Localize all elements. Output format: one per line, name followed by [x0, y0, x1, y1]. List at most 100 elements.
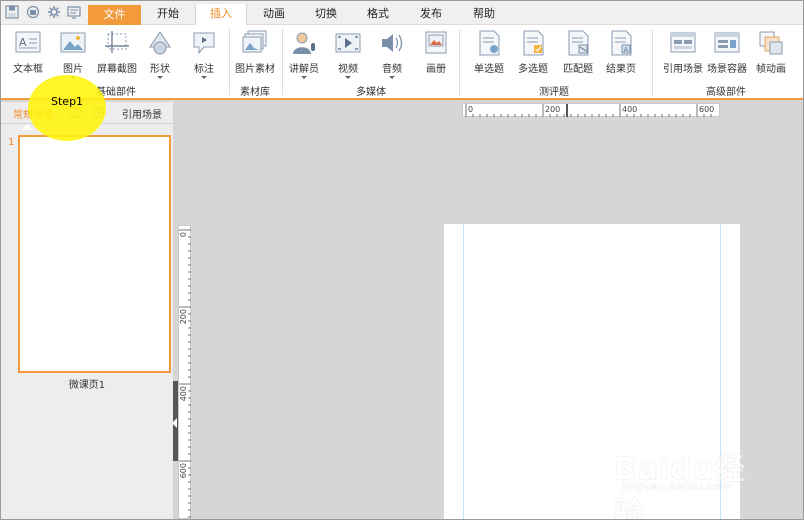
audio-dropdown-icon[interactable]	[389, 76, 395, 79]
screenshot-button[interactable]: 屏幕截图	[95, 29, 139, 75]
ruler-top-label: 0	[468, 105, 473, 114]
video-dropdown-icon[interactable]	[345, 76, 351, 79]
image-library-icon	[242, 30, 267, 53]
group-library-label: 素材库	[240, 87, 270, 98]
multi-choice-label: 多选题	[518, 64, 548, 75]
frame-animation-icon	[759, 31, 783, 55]
scene-panel: 常规场景 ↑ ↓ 引用场景 1 微课页1	[1, 102, 173, 519]
ruler-horizontal: 0 200 400 600	[462, 103, 720, 117]
tab-help[interactable]: 帮助	[459, 4, 509, 23]
shape-dropdown-icon[interactable]	[157, 76, 163, 79]
group-separator	[229, 29, 230, 95]
album-icon	[425, 31, 447, 54]
slide-thumbnail[interactable]	[18, 135, 171, 373]
publish-icon[interactable]	[26, 5, 40, 19]
screenshot-label: 屏幕截图	[97, 64, 137, 75]
textbox-icon: A	[15, 31, 41, 53]
reference-scene-icon	[670, 32, 696, 53]
narrator-button[interactable]: 讲解员	[287, 29, 321, 79]
slide-number: 1	[8, 137, 15, 148]
scene-container-label: 场景容器	[707, 64, 747, 75]
ruler-top-label: 600	[699, 105, 714, 114]
callout-label: 标注	[194, 64, 214, 75]
multi-choice-button[interactable]: 多选题	[515, 29, 551, 75]
svg-text:A: A	[19, 36, 27, 49]
group-media-label: 多媒体	[356, 87, 386, 98]
ribbon-insert: A 文本框 图片 屏幕截图 形状 标注 基础部件 图片素材 素材库 讲解员 视频	[1, 25, 803, 100]
shape-label: 形状	[150, 64, 170, 75]
ruler-left-label: 200	[179, 309, 188, 324]
result-page-button[interactable]: A 结果页	[604, 29, 638, 75]
group-separator	[652, 29, 653, 95]
reference-scene-label: 引用场景	[663, 64, 703, 75]
callout-button[interactable]: 标注	[189, 29, 219, 79]
watermark-url: jingyan.baidu.com	[622, 480, 733, 493]
guide-line	[463, 224, 464, 519]
ruler-left-label: 0	[179, 232, 188, 237]
textbox-button[interactable]: A 文本框	[11, 29, 45, 75]
menu-bar: 文件 开始 插入 动画 切换 格式 发布 帮助	[1, 1, 803, 26]
shape-button[interactable]: 形状	[145, 29, 175, 79]
result-page-icon: A	[611, 30, 632, 56]
tab-animation[interactable]: 动画	[249, 4, 299, 23]
multi-choice-icon	[523, 30, 544, 56]
callout-icon	[193, 32, 215, 55]
video-icon	[335, 33, 361, 53]
image-label: 图片	[63, 64, 83, 75]
tab-file[interactable]: 文件	[88, 5, 141, 25]
audio-label: 音频	[382, 64, 402, 75]
reference-scene-button[interactable]: 引用场景	[662, 29, 704, 75]
audio-button[interactable]: 音频	[377, 29, 407, 79]
narrator-icon	[293, 32, 315, 54]
single-choice-icon	[479, 30, 500, 56]
single-choice-label: 单选题	[474, 64, 504, 75]
tab-publish[interactable]: 发布	[406, 4, 456, 23]
audio-icon	[382, 34, 403, 52]
scene-container-icon	[714, 32, 740, 53]
video-button[interactable]: 视频	[333, 29, 363, 79]
textbox-label: 文本框	[13, 64, 43, 75]
slide-title: 微课页1	[68, 380, 106, 391]
highlight-circle	[28, 75, 106, 141]
save-icon[interactable]	[5, 5, 19, 19]
collapse-arrow-icon[interactable]	[172, 418, 177, 428]
result-page-label: 结果页	[606, 64, 636, 75]
group-separator	[459, 29, 460, 95]
ruler-top-label: 200	[545, 105, 560, 114]
narrator-label: 讲解员	[289, 64, 319, 75]
group-separator	[282, 29, 283, 95]
matching-button[interactable]: 匹配题	[561, 29, 595, 75]
tab-transition[interactable]: 切换	[301, 4, 351, 23]
preview-icon[interactable]	[67, 5, 81, 19]
tab-format[interactable]: 格式	[353, 4, 403, 23]
image-library-label: 图片素材	[235, 64, 275, 75]
tab-insert[interactable]: 插入	[195, 4, 247, 26]
ruler-left-label: 600	[179, 463, 188, 478]
frame-animation-label: 帧动画	[756, 64, 786, 75]
matching-label: 匹配题	[563, 64, 593, 75]
group-advanced-label: 高级部件	[706, 87, 746, 98]
ruler-left-label: 400	[179, 386, 188, 401]
shape-icon	[149, 31, 171, 55]
single-choice-button[interactable]: 单选题	[471, 29, 507, 75]
settings-icon[interactable]	[47, 5, 61, 19]
album-label: 画册	[426, 64, 446, 75]
scene-container-button[interactable]: 场景容器	[707, 29, 747, 75]
narrator-dropdown-icon[interactable]	[301, 76, 307, 79]
watermark: Baidu经验 jingyan.baidu.com	[614, 444, 764, 520]
group-quiz-label: 测评题	[539, 87, 569, 98]
matching-icon	[568, 30, 589, 56]
tab-home[interactable]: 开始	[143, 4, 193, 23]
image-button[interactable]: 图片	[56, 29, 90, 79]
callout-dropdown-icon[interactable]	[201, 76, 207, 79]
ruler-vertical: 0 200 400 600	[178, 225, 191, 519]
image-icon	[60, 32, 86, 53]
step-annotation: Step1	[51, 95, 84, 108]
tab-reference-scenes[interactable]: 引用场景	[122, 106, 162, 121]
screenshot-icon	[105, 31, 129, 53]
image-library-button[interactable]: 图片素材	[234, 29, 276, 75]
active-tab-indicator	[21, 124, 33, 130]
frame-animation-button[interactable]: 帧动画	[753, 29, 789, 75]
ruler-top-label: 400	[622, 105, 637, 114]
album-button[interactable]: 画册	[421, 29, 451, 75]
